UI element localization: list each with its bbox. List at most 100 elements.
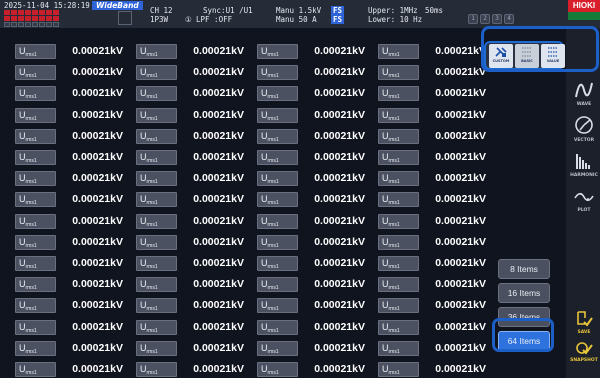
hold-indicator: 4 bbox=[504, 14, 514, 24]
parameter-label-button[interactable]: Urms1 bbox=[257, 150, 298, 165]
parameter-label-button[interactable]: Urms1 bbox=[257, 234, 298, 250]
save-button[interactable]: SAVE bbox=[570, 310, 598, 335]
parameter-label-button[interactable]: Urms1 bbox=[15, 86, 56, 102]
parameter-label-button[interactable]: Urms1 bbox=[136, 362, 177, 377]
harmonic-button[interactable]: HARMONIC bbox=[570, 151, 598, 178]
parameter-symbol: U bbox=[382, 279, 389, 290]
parameter-subscript: rms1 bbox=[25, 306, 37, 313]
parameter-symbol: U bbox=[19, 130, 26, 141]
parameter-label-button[interactable]: Urms1 bbox=[136, 128, 177, 144]
parameter-label-button[interactable]: Urms1 bbox=[257, 44, 298, 59]
wave-button[interactable]: WAVE bbox=[570, 80, 598, 107]
items-8-button[interactable]: 8 Items bbox=[498, 259, 550, 279]
parameter-label-button[interactable]: Urms1 bbox=[257, 192, 298, 208]
items-16-button[interactable]: 16 Items bbox=[498, 283, 550, 303]
parameter-label-button[interactable]: Urms1 bbox=[15, 65, 56, 81]
parameter-label-button[interactable]: Urms1 bbox=[15, 340, 56, 356]
parameter-label-button[interactable]: Urms1 bbox=[257, 319, 298, 335]
parameter-label-button[interactable]: Urms1 bbox=[257, 213, 298, 229]
parameter-symbol: U bbox=[19, 258, 26, 268]
parameter-label-button[interactable]: Urms1 bbox=[257, 340, 298, 356]
measurement-value: 0.00021kV bbox=[72, 172, 123, 185]
parameter-label-button[interactable]: Urms1 bbox=[378, 150, 419, 165]
parameter-label-button[interactable]: Urms1 bbox=[136, 86, 177, 102]
parameter-label-button[interactable]: Urms1 bbox=[136, 44, 177, 59]
measurement-value: 0.00021kV bbox=[193, 278, 244, 291]
parameter-label-button[interactable]: Urms1 bbox=[257, 277, 298, 293]
parameter-label-button[interactable]: Urms1 bbox=[136, 234, 177, 250]
parameter-label-button[interactable]: Urms1 bbox=[136, 277, 177, 293]
parameter-label-button[interactable]: Urms1 bbox=[378, 65, 419, 81]
parameter-label-button[interactable]: Urms1 bbox=[257, 298, 298, 314]
parameter-label-button[interactable]: Urms1 bbox=[136, 192, 177, 208]
parameter-label-button[interactable]: Urms1 bbox=[378, 213, 419, 229]
parameter-label-button[interactable]: Urms1 bbox=[378, 256, 419, 271]
parameter-label-button[interactable]: Urms1 bbox=[136, 340, 177, 356]
hold-indicator: 1 bbox=[468, 14, 478, 24]
parameter-label-button[interactable]: Urms1 bbox=[378, 340, 419, 356]
parameter-label-button[interactable]: Urms1 bbox=[257, 86, 298, 102]
parameter-subscript: rms1 bbox=[267, 200, 279, 207]
vector-button[interactable]: VECTOR bbox=[570, 114, 598, 143]
parameter-label-button[interactable]: Urms1 bbox=[378, 234, 419, 250]
parameter-label-button[interactable]: Urms1 bbox=[257, 171, 298, 187]
wave-label: WAVE bbox=[576, 102, 592, 107]
parameter-label-button[interactable]: Urms1 bbox=[15, 256, 56, 271]
snapshot-button[interactable]: SNAPSHOT bbox=[570, 340, 598, 363]
measurement-value: 0.00021kV bbox=[72, 235, 123, 248]
parameter-label-button[interactable]: Urms1 bbox=[15, 150, 56, 165]
parameter-label-button[interactable]: Urms1 bbox=[378, 171, 419, 187]
parameter-subscript: rms1 bbox=[146, 327, 158, 334]
parameter-label-button[interactable]: Urms1 bbox=[15, 234, 56, 250]
parameter-label-button[interactable]: Urms1 bbox=[136, 171, 177, 187]
parameter-label-button[interactable]: Urms1 bbox=[378, 298, 419, 314]
parameter-subscript: rms1 bbox=[388, 285, 400, 292]
parameter-label-button[interactable]: Urms1 bbox=[136, 319, 177, 335]
parameter-subscript: rms1 bbox=[267, 327, 279, 334]
parameter-label-button[interactable]: Urms1 bbox=[15, 192, 56, 208]
parameter-label-button[interactable]: Urms1 bbox=[136, 150, 177, 165]
parameter-label-button[interactable]: Urms1 bbox=[257, 65, 298, 81]
table-row: Urms1 0.00021kV Urms1 0.00021kV Urms1 0.00021… bbox=[3, 295, 488, 316]
parameter-subscript: rms1 bbox=[146, 136, 158, 143]
parameter-label-button[interactable]: Urms1 bbox=[257, 256, 298, 271]
parameter-label-button[interactable]: Urms1 bbox=[15, 171, 56, 187]
parameter-subscript: rms1 bbox=[146, 285, 158, 292]
measurement-value: 0.00021kV bbox=[314, 278, 365, 291]
parameter-label-button[interactable]: Urms1 bbox=[378, 277, 419, 293]
parameter-label-button[interactable]: Urms1 bbox=[378, 86, 419, 102]
parameter-label-button[interactable]: Urms1 bbox=[15, 319, 56, 335]
parameter-label-button[interactable]: Urms1 bbox=[136, 65, 177, 81]
table-row: Urms1 0.00021kV Urms1 0.00021kV Urms1 0.00021… bbox=[3, 274, 488, 295]
parameter-label-button[interactable]: Urms1 bbox=[378, 44, 419, 59]
parameter-label-button[interactable]: Urms1 bbox=[15, 107, 56, 123]
parameter-label-button[interactable]: Urms1 bbox=[136, 298, 177, 314]
plot-button[interactable]: PLOT bbox=[570, 186, 598, 213]
parameter-label-button[interactable]: Urms1 bbox=[136, 213, 177, 229]
parameter-label-button[interactable]: Urms1 bbox=[378, 192, 419, 208]
parameter-label-button[interactable]: Urms1 bbox=[15, 44, 56, 59]
parameter-subscript: rms1 bbox=[25, 115, 37, 122]
lpf-label: LPF :OFF bbox=[196, 15, 233, 24]
parameter-label-button[interactable]: Urms1 bbox=[257, 362, 298, 377]
parameter-label-button[interactable]: Urms1 bbox=[15, 298, 56, 314]
parameter-label-button[interactable]: Urms1 bbox=[15, 362, 56, 377]
parameter-symbol: U bbox=[261, 364, 268, 374]
parameter-subscript: rms1 bbox=[267, 52, 279, 58]
parameter-label-button[interactable]: Urms1 bbox=[378, 362, 419, 377]
parameter-label-button[interactable]: Urms1 bbox=[378, 107, 419, 123]
parameter-label-button[interactable]: Urms1 bbox=[257, 128, 298, 144]
parameter-label-button[interactable]: Urms1 bbox=[378, 128, 419, 144]
plot-icon bbox=[574, 192, 594, 202]
measurement-value: 0.00021kV bbox=[193, 341, 244, 354]
parameter-symbol: U bbox=[261, 152, 268, 162]
parameter-label-button[interactable]: Urms1 bbox=[15, 128, 56, 144]
measurement-value: 0.00021kV bbox=[314, 87, 365, 100]
parameter-label-button[interactable]: Urms1 bbox=[136, 256, 177, 271]
parameter-label-button[interactable]: Urms1 bbox=[257, 107, 298, 123]
parameter-label-button[interactable]: Urms1 bbox=[15, 277, 56, 293]
parameter-label-button[interactable]: Urms1 bbox=[15, 213, 56, 229]
parameter-symbol: U bbox=[261, 236, 268, 247]
parameter-label-button[interactable]: Urms1 bbox=[136, 107, 177, 123]
parameter-label-button[interactable]: Urms1 bbox=[378, 319, 419, 335]
